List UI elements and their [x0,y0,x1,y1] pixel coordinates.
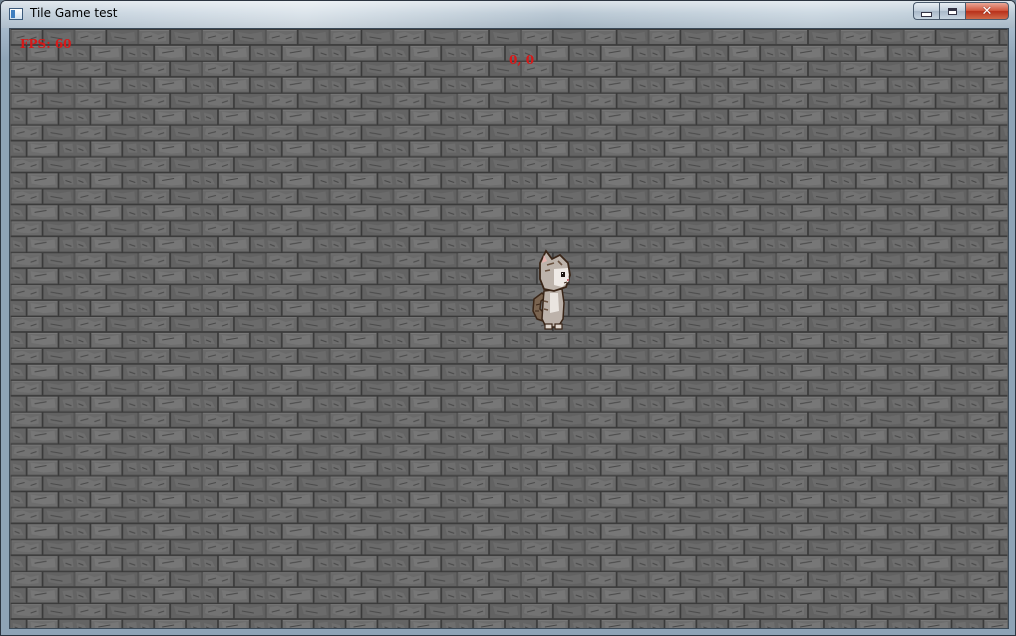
game-viewport[interactable]: FPS: 60 0, 0 [9,28,1009,629]
window-title: Tile Game test [30,6,118,20]
fps-counter: FPS: 60 [20,37,72,51]
title-bar[interactable]: Tile Game test ✕ [1,1,1015,28]
minimize-icon [921,11,932,17]
minimize-button[interactable] [913,2,939,20]
game-window: Tile Game test ✕ FPS: 60 0, 0 [0,0,1016,636]
close-icon: ✕ [981,3,993,19]
stone-wall-tiles [10,29,1008,628]
cat-character-sprite [532,249,571,330]
close-button[interactable]: ✕ [965,2,1009,20]
maximize-button[interactable] [939,2,965,20]
app-window-icon[interactable] [9,8,23,20]
caption-buttons: ✕ [913,2,1009,21]
position-readout: 0, 0 [509,53,535,67]
maximize-icon [948,7,957,15]
